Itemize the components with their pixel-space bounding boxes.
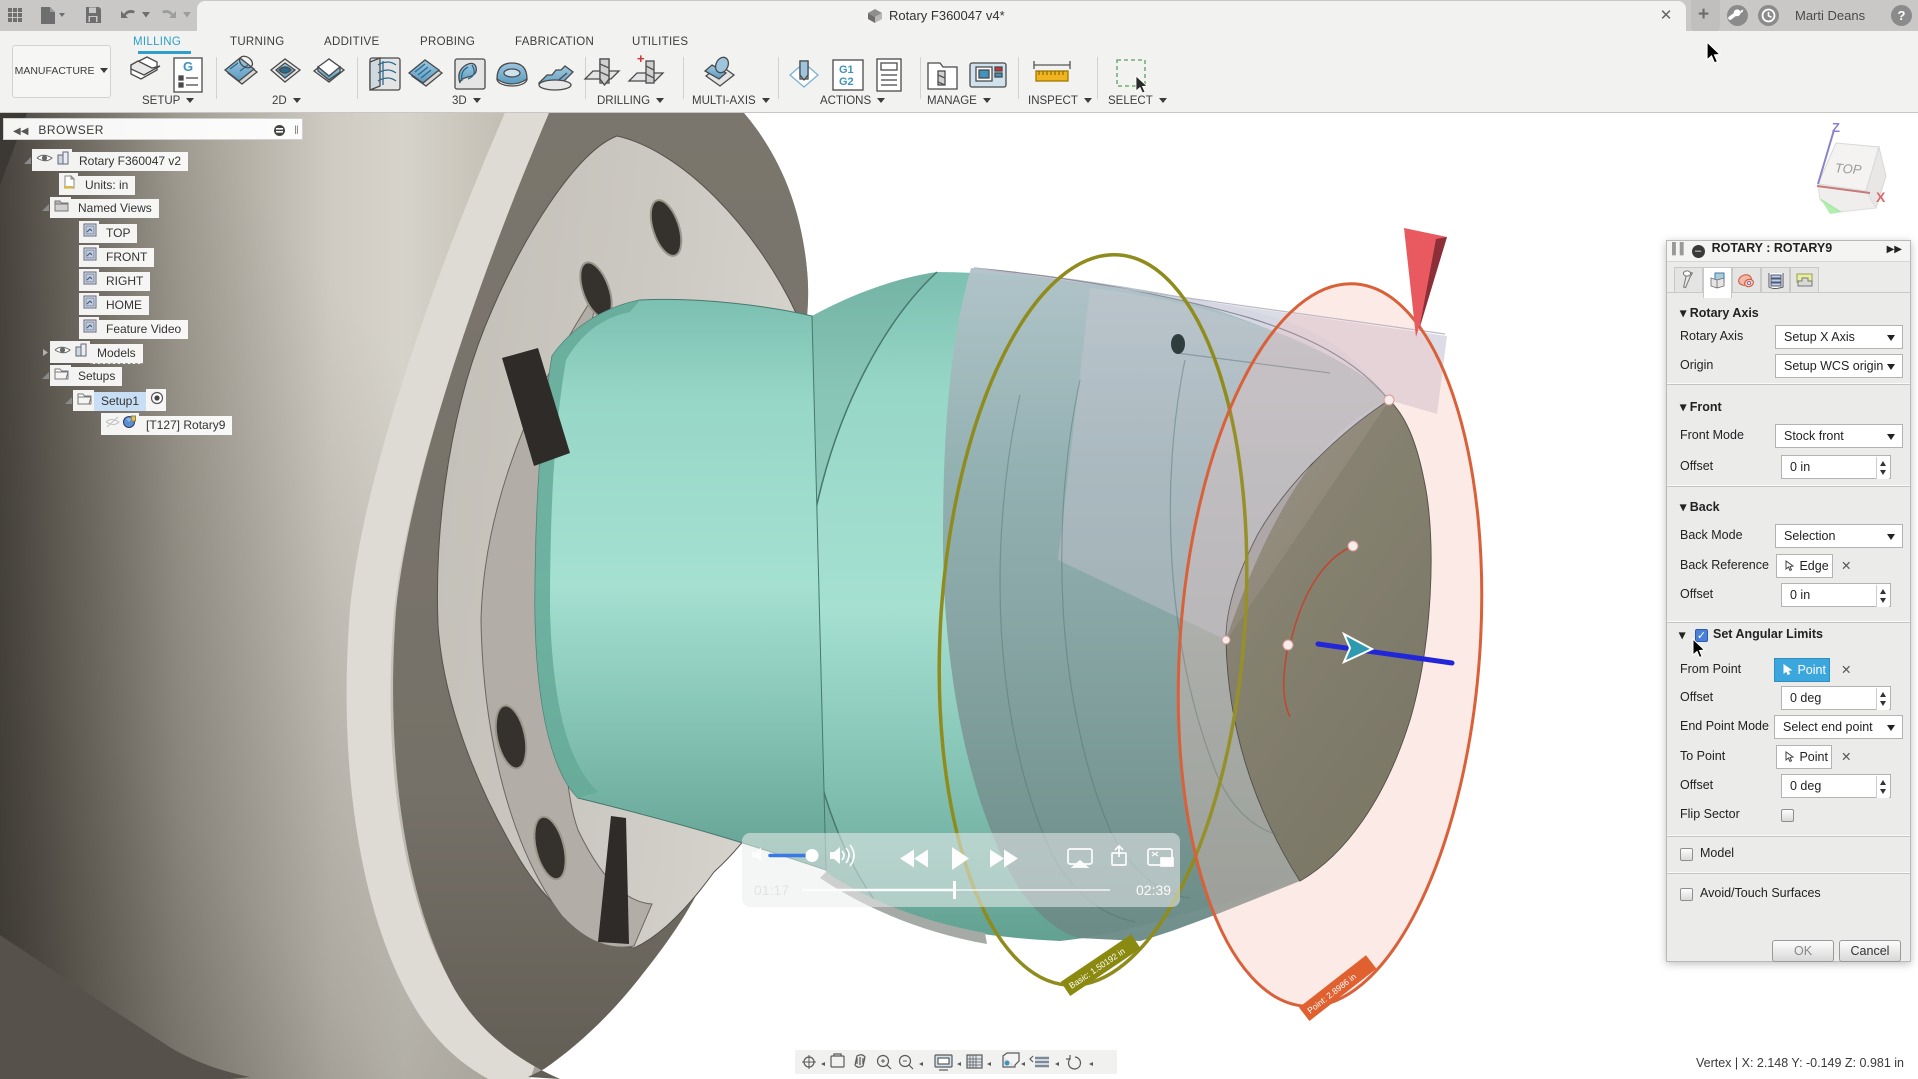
svg-text:02:39: 02:39 <box>1136 882 1171 898</box>
svg-text:X: X <box>1876 189 1886 205</box>
svg-text:G1: G1 <box>839 64 854 76</box>
svg-text:G: G <box>183 59 193 74</box>
svg-text:TOP: TOP <box>1834 160 1862 177</box>
svg-text:01:17: 01:17 <box>754 882 789 898</box>
svg-text:+: + <box>637 51 645 66</box>
svg-text:Z: Z <box>1832 120 1840 135</box>
svg-text:G2: G2 <box>839 76 854 88</box>
